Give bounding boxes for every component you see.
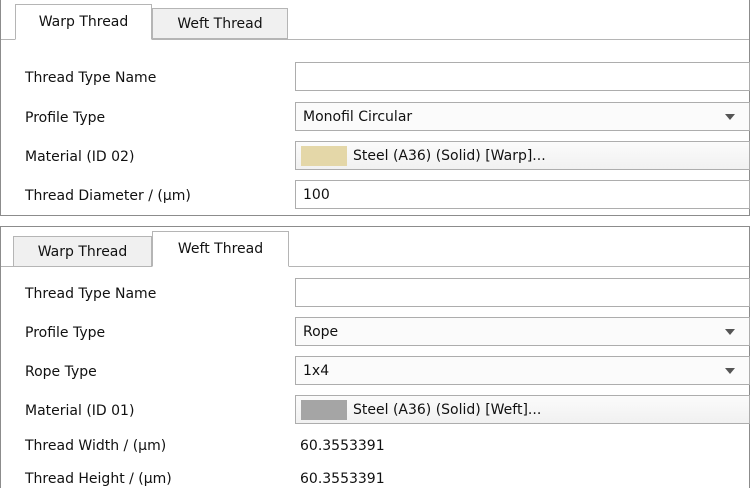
warp-thread-panel: Warp Thread Weft Thread Thread Type Name… (0, 0, 750, 216)
profile-type-value: Rope (303, 323, 339, 340)
tab-label: Warp Thread (37, 243, 128, 260)
tab-label: Warp Thread (38, 14, 129, 30)
chevron-down-icon (725, 114, 735, 120)
tab-warp-thread[interactable]: Warp Thread (13, 236, 152, 267)
material-color-swatch (301, 399, 347, 420)
thread-diameter-label: Thread Diameter / (μm) (25, 188, 191, 204)
thread-type-name-input[interactable] (295, 278, 750, 307)
thread-diameter-input[interactable]: 100 (295, 180, 750, 209)
thread-height-value: 60.3553391 (300, 471, 385, 487)
material-button[interactable]: Steel (A36) (Solid) [Warp]... (295, 141, 750, 170)
rope-type-dropdown[interactable]: 1x4 (295, 356, 750, 385)
material-label: Material (ID 02) (25, 149, 135, 165)
tab-warp-thread[interactable]: Warp Thread (15, 4, 152, 40)
thread-width-value: 60.3553391 (300, 438, 385, 454)
thread-width-label: Thread Width / (μm) (25, 438, 167, 454)
tab-weft-thread[interactable]: Weft Thread (152, 8, 288, 39)
profile-type-value: Monofil Circular (303, 108, 413, 125)
chevron-down-icon (725, 368, 735, 374)
thread-height-label: Thread Height / (μm) (25, 471, 172, 487)
material-label: Material (ID 01) (25, 403, 135, 419)
thread-type-name-label: Thread Type Name (25, 70, 157, 86)
profile-type-label: Profile Type (25, 110, 106, 126)
material-value: Steel (A36) (Solid) [Warp]... (353, 147, 546, 164)
rope-type-value: 1x4 (303, 362, 330, 379)
weft-thread-panel: Warp Thread Weft Thread Thread Type Name… (0, 226, 750, 488)
profile-type-dropdown[interactable]: Rope (295, 317, 750, 346)
material-button[interactable]: Steel (A36) (Solid) [Weft]... (295, 395, 750, 424)
thread-type-name-input[interactable] (295, 62, 750, 91)
tab-weft-thread[interactable]: Weft Thread (152, 231, 289, 267)
profile-type-label: Profile Type (25, 325, 106, 341)
tab-label: Weft Thread (177, 15, 263, 32)
thread-diameter-value: 100 (303, 186, 330, 203)
profile-type-dropdown[interactable]: Monofil Circular (295, 102, 750, 131)
rope-type-label: Rope Type (25, 364, 97, 380)
material-color-swatch (301, 145, 347, 166)
tab-bar: Warp Thread Weft Thread (1, 227, 749, 267)
thread-type-name-label: Thread Type Name (25, 286, 157, 302)
tab-label: Weft Thread (177, 241, 264, 257)
tab-bar: Warp Thread Weft Thread (1, 0, 749, 40)
material-value: Steel (A36) (Solid) [Weft]... (353, 401, 542, 418)
chevron-down-icon (725, 329, 735, 335)
